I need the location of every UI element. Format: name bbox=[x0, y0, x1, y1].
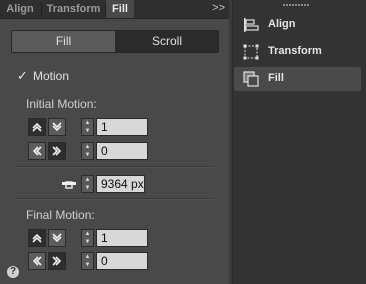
dock-item-align[interactable]: Align bbox=[234, 13, 361, 37]
initial-up-button[interactable] bbox=[28, 118, 46, 136]
initial-motion-label: Initial Motion: bbox=[26, 97, 97, 111]
drag-grip-icon[interactable] bbox=[283, 3, 309, 7]
initial-left-button[interactable] bbox=[28, 142, 46, 160]
tab-align[interactable]: Align bbox=[0, 0, 40, 18]
final-vertical-spinner[interactable]: ▲ ▼ bbox=[81, 229, 94, 247]
motion-label: Motion bbox=[33, 69, 70, 83]
dock-item-fill[interactable]: Fill bbox=[234, 67, 361, 91]
final-left-button[interactable] bbox=[28, 252, 46, 270]
final-down-button[interactable] bbox=[48, 229, 66, 247]
initial-right-button[interactable] bbox=[48, 142, 66, 160]
final-right-button[interactable] bbox=[48, 252, 66, 270]
fill-icon bbox=[243, 71, 259, 87]
final-up-button[interactable] bbox=[28, 229, 46, 247]
fill-scroll-toggle: Fill Scroll bbox=[11, 30, 219, 53]
initial-vertical-input[interactable]: 1 bbox=[96, 118, 148, 136]
align-icon bbox=[244, 18, 259, 32]
initial-horizontal-input[interactable]: 0 bbox=[96, 142, 148, 160]
tab-transform[interactable]: Transform bbox=[42, 0, 105, 18]
dock-item-label: Fill bbox=[268, 72, 284, 84]
arrow-right-double-icon bbox=[52, 256, 62, 266]
final-vertical-direction bbox=[28, 229, 67, 247]
final-horizontal-input[interactable]: 0 bbox=[96, 252, 148, 270]
stop-marker-icon bbox=[62, 181, 76, 189]
arrow-down-double-icon bbox=[52, 122, 62, 132]
dock-item-transform[interactable]: Transform bbox=[234, 40, 361, 64]
final-motion-label: Final Motion: bbox=[26, 208, 95, 222]
arrow-right-double-icon bbox=[52, 146, 62, 156]
arrow-up-double-icon bbox=[32, 122, 42, 132]
section-divider bbox=[16, 166, 214, 168]
arrow-left-double-icon bbox=[32, 146, 42, 156]
final-horizontal-direction bbox=[28, 252, 67, 270]
initial-vertical-spinner[interactable]: ▲ ▼ bbox=[81, 118, 94, 136]
initial-down-button[interactable] bbox=[48, 118, 66, 136]
help-icon[interactable]: ? bbox=[7, 266, 19, 278]
stop-distance-input[interactable]: 9364 px bbox=[96, 175, 145, 193]
arrow-up-double-icon bbox=[32, 233, 42, 243]
fill-panel: Align Transform Fill >> Fill Scroll ✓ Mo… bbox=[0, 0, 229, 284]
initial-vertical-direction bbox=[28, 118, 67, 136]
scroll-mode-button[interactable]: Scroll bbox=[116, 31, 218, 52]
panel-tabbar: Align Transform Fill >> bbox=[0, 0, 229, 19]
dock-item-label: Align bbox=[268, 18, 296, 30]
final-horizontal-spinner[interactable]: ▲ ▼ bbox=[81, 252, 94, 270]
fill-mode-button[interactable]: Fill bbox=[12, 31, 115, 52]
collapse-panel-button[interactable]: >> bbox=[212, 0, 225, 18]
transform-icon bbox=[243, 44, 259, 60]
motion-checkbox[interactable]: ✓ bbox=[17, 69, 29, 82]
final-vertical-input[interactable]: 1 bbox=[96, 229, 148, 247]
arrow-down-double-icon bbox=[52, 233, 62, 243]
initial-horizontal-spinner[interactable]: ▲ ▼ bbox=[81, 142, 94, 160]
arrow-left-double-icon bbox=[32, 256, 42, 266]
section-divider bbox=[16, 198, 214, 200]
initial-horizontal-direction bbox=[28, 142, 67, 160]
tab-fill[interactable]: Fill bbox=[106, 0, 134, 18]
dock-item-label: Transform bbox=[268, 45, 322, 57]
stop-spinner[interactable]: ▲ ▼ bbox=[81, 175, 94, 193]
